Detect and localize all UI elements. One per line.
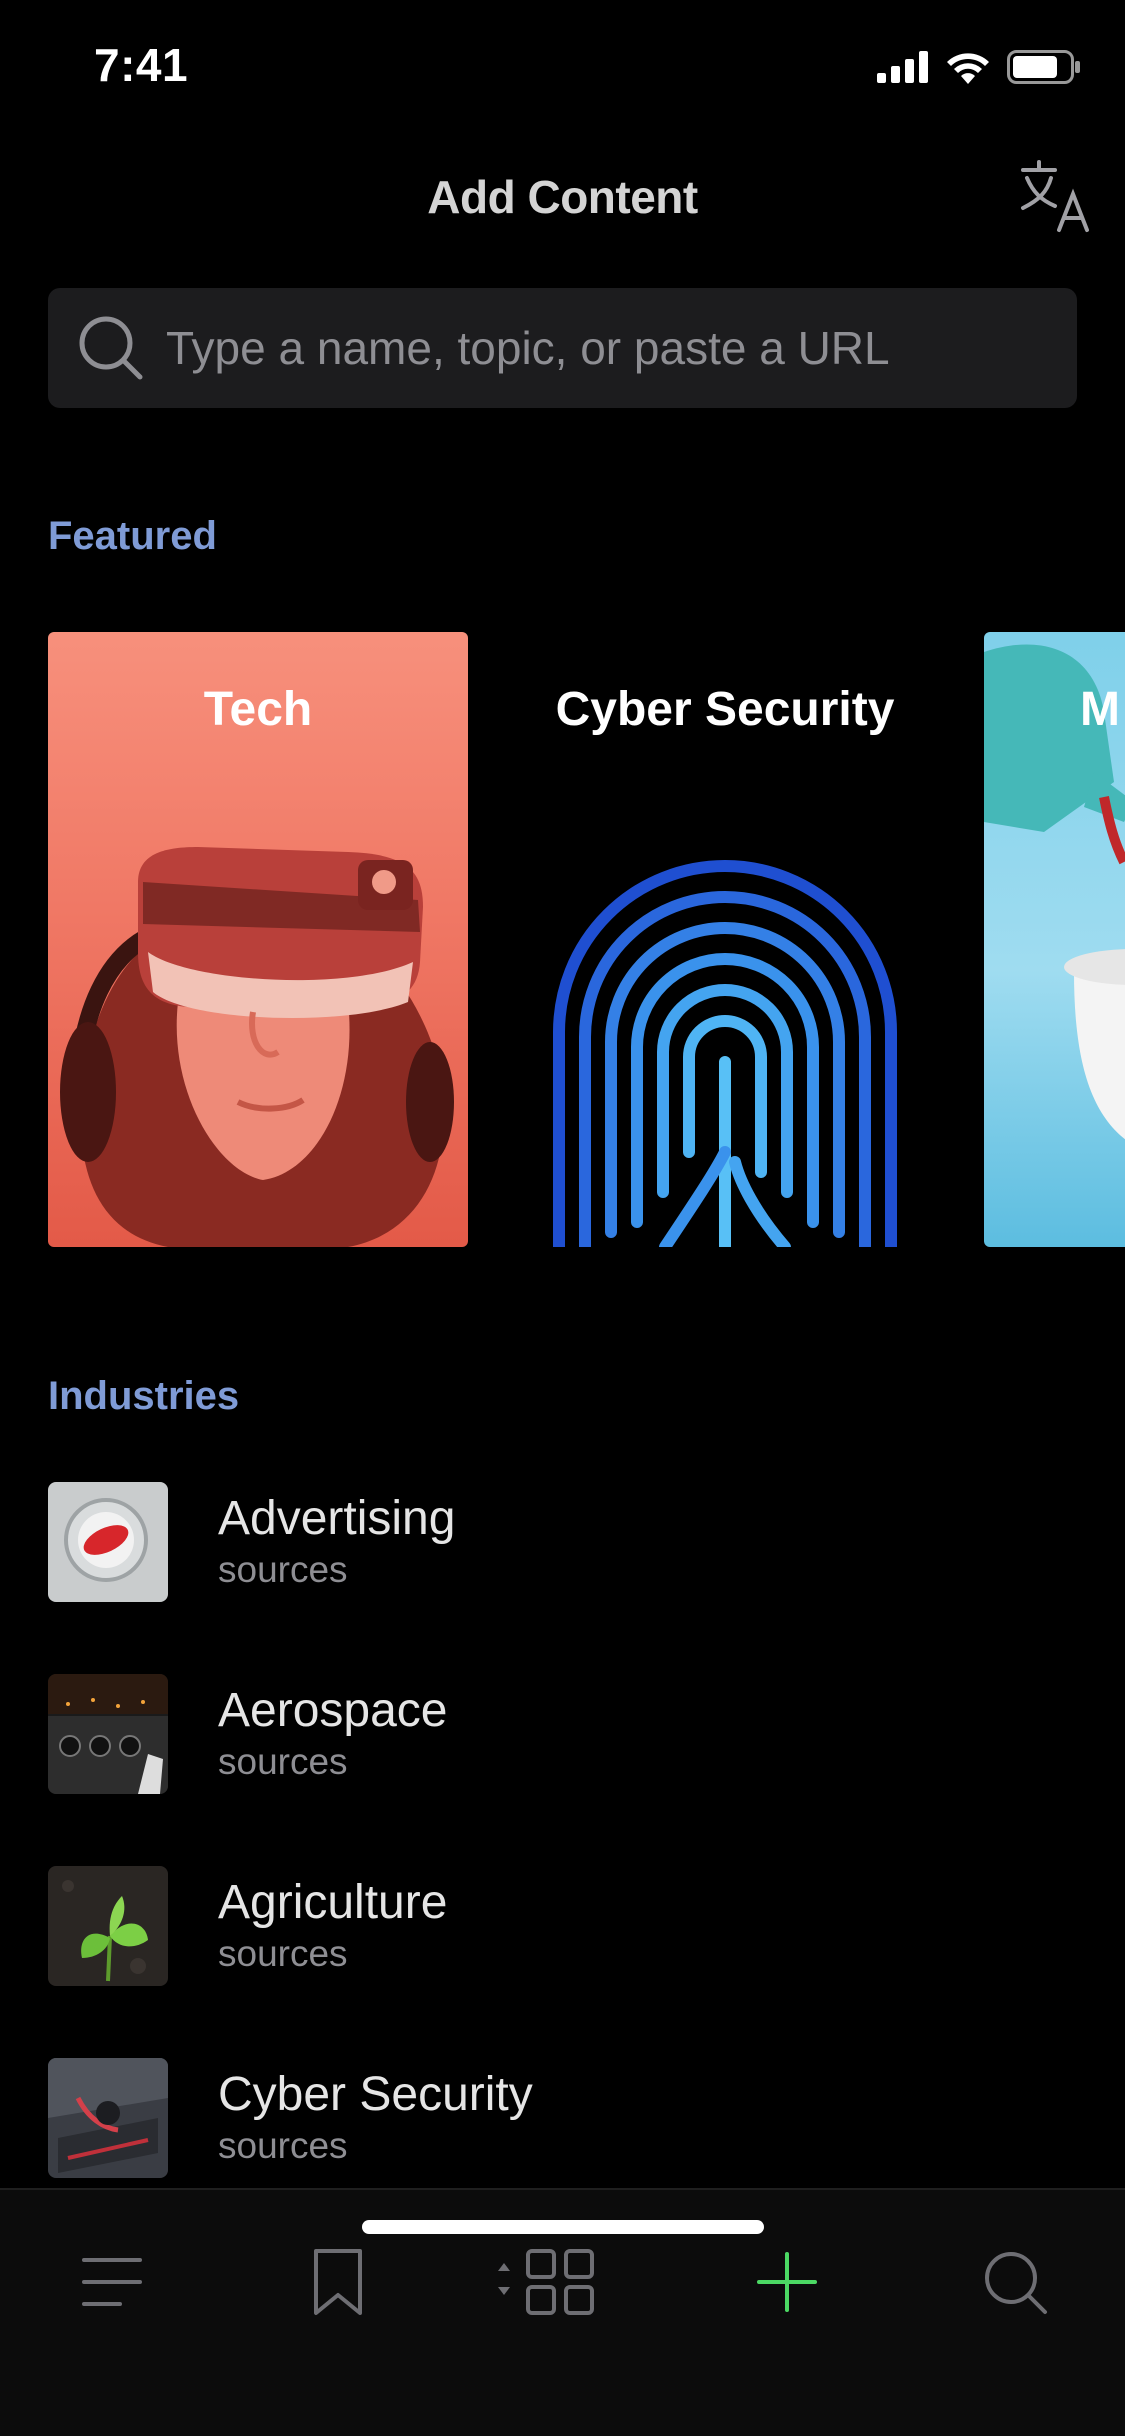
featured-card-cyber-security[interactable]: Cyber Security <box>515 632 935 1247</box>
featured-card-label: Tech <box>203 683 313 736</box>
featured-heading: Featured <box>48 514 217 558</box>
search-icon <box>985 2252 1047 2314</box>
tab-search[interactable] <box>965 2232 1065 2332</box>
search-input[interactable]: Type a name, topic, or paste a URL <box>48 288 1077 408</box>
aerospace-thumbnail <box>48 1674 168 1794</box>
list-item-subtitle: sources <box>218 1549 348 1590</box>
tab-saved[interactable] <box>288 2232 388 2332</box>
bookmark-icon <box>314 2249 362 2315</box>
list-item-subtitle: sources <box>218 2125 348 2166</box>
agriculture-thumbnail <box>48 1866 168 1986</box>
status-time: 7:41 <box>94 39 189 91</box>
list-item-aerospace[interactable]: Aerospace sources <box>48 1674 1078 1794</box>
home-indicator <box>362 2220 764 2234</box>
list-item-advertising[interactable]: Advertising sources <box>48 1482 1078 1602</box>
cyber-security-thumbnail <box>48 2058 168 2178</box>
translate-icon <box>1021 160 1089 232</box>
list-item-subtitle: sources <box>218 1933 348 1974</box>
list-item-title: Aerospace <box>218 1684 448 1737</box>
grid-icon <box>498 2249 594 2315</box>
menu-icon <box>82 2258 142 2306</box>
search-icon <box>79 316 143 380</box>
tab-feeds[interactable] <box>494 2232 604 2332</box>
list-item-title: Advertising <box>218 1492 456 1545</box>
list-item-title: Cyber Security <box>218 2068 533 2121</box>
tab-add-content[interactable] <box>737 2232 837 2332</box>
status-icons <box>877 50 1081 84</box>
list-item-title: Agriculture <box>218 1876 448 1929</box>
featured-card-tech[interactable]: Tech <box>48 632 468 1247</box>
cellular-signal-icon <box>877 51 928 83</box>
search-placeholder: Type a name, topic, or paste a URL <box>166 322 890 374</box>
advertising-thumbnail <box>48 1482 168 1602</box>
battery-icon <box>1007 50 1080 84</box>
featured-card-partial[interactable]: M <box>984 632 1125 1247</box>
list-item-agriculture[interactable]: Agriculture sources <box>48 1866 1078 1986</box>
list-item-subtitle: sources <box>218 1741 348 1782</box>
add-content-screen: 7:41 Add Content Type a name, topic, or … <box>0 0 1125 2436</box>
page-title: Add Content <box>427 171 698 223</box>
tab-menu[interactable] <box>62 2232 162 2332</box>
industries-heading: Industries <box>48 1374 240 1418</box>
list-item-cyber-security[interactable]: Cyber Security sources <box>48 2058 1078 2178</box>
featured-carousel[interactable]: Tech Cyber Security M <box>0 632 1125 1247</box>
wifi-icon <box>947 53 989 84</box>
plus-icon <box>757 2252 817 2312</box>
featured-card-label: M <box>1080 683 1120 736</box>
translate-button[interactable] <box>1015 156 1095 236</box>
featured-card-label: Cyber Security <box>555 683 895 736</box>
